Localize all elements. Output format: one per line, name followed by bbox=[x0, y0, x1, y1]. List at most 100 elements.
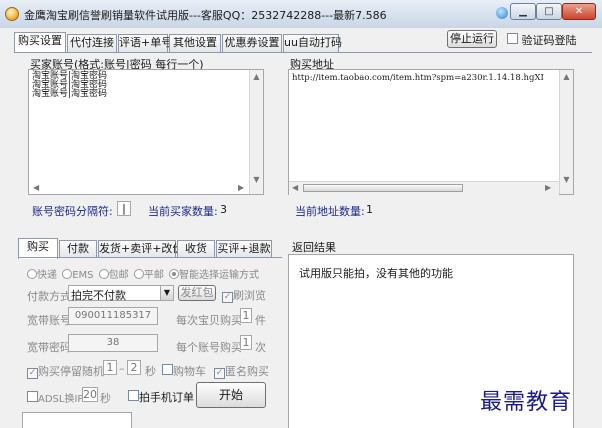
buyer-line: 淘宝账号|淘宝密码 bbox=[32, 89, 108, 99]
per-product-unit: 件 bbox=[255, 314, 266, 327]
captcha-login-checkbox[interactable]: 验证码登陆 bbox=[507, 32, 577, 48]
chevron-down-icon[interactable]: ▼ bbox=[160, 286, 173, 300]
per-account-unit: 次 bbox=[255, 341, 266, 354]
tab-divider bbox=[14, 52, 592, 53]
tab-review-tracking[interactable]: 评语+单号 bbox=[118, 34, 172, 52]
buyer-lines: 淘宝账号|淘宝密码 淘宝账号|淘宝密码 淘宝账号|淘宝密码 bbox=[32, 72, 107, 99]
scroll-down-icon[interactable]: ▼ bbox=[250, 175, 263, 184]
captcha-checkbox-label: 验证码登陆 bbox=[521, 34, 577, 47]
separator-input[interactable]: | bbox=[117, 201, 131, 216]
tab-review-refund[interactable]: 买评+退款 bbox=[216, 240, 272, 258]
tab-proxy-pay[interactable]: 代付连接 bbox=[67, 34, 117, 52]
minimize-button[interactable]: ▁ bbox=[510, 3, 536, 20]
radio-ems[interactable] bbox=[62, 269, 73, 279]
red-packet-button[interactable]: 发红包 bbox=[178, 285, 216, 301]
random-wait-unit: 秒 bbox=[145, 365, 156, 378]
stop-button[interactable]: 停止运行 bbox=[447, 30, 497, 48]
scroll-left-icon[interactable]: ◀ bbox=[292, 183, 298, 192]
cart-checkbox-label: 购物车 bbox=[173, 365, 206, 378]
scroll-up-icon[interactable]: ▲ bbox=[250, 72, 263, 81]
tab-purchase-settings[interactable]: 购买设置 bbox=[14, 32, 66, 53]
radio-express[interactable] bbox=[27, 269, 37, 279]
tab-other-settings[interactable]: 其他设置 bbox=[169, 34, 221, 52]
maximize-button[interactable]: □ bbox=[536, 3, 562, 20]
broadband-password-label: 宽带密码 bbox=[27, 341, 71, 354]
separator-label: 账号密码分隔符: bbox=[32, 205, 113, 218]
scroll-thumb[interactable] bbox=[303, 184, 463, 192]
window-title: 金鹰淘宝刷信誉刷销量软件试用版---客服QQ：2532742288---最新7.… bbox=[24, 9, 387, 22]
result-text: 试用版只能拍，没有其他的功能 bbox=[299, 267, 453, 280]
app-icon bbox=[5, 7, 19, 21]
adsl-checkbox-box[interactable] bbox=[27, 391, 38, 402]
start-button[interactable]: 开始 bbox=[196, 382, 266, 408]
captcha-checkbox-box[interactable] bbox=[507, 33, 518, 44]
scroll-left-icon[interactable]: ◀ bbox=[33, 183, 39, 192]
per-account-input[interactable]: 1 bbox=[240, 335, 252, 350]
radio-express-label: 快递 bbox=[37, 270, 57, 281]
per-account-label: 每个账号购买 bbox=[176, 341, 242, 354]
anonymous-checkbox-label: 匿名购买 bbox=[225, 365, 269, 378]
title-bar: 金鹰淘宝刷信誉刷销量软件试用版---客服QQ：2532742288---最新7.… bbox=[0, 0, 602, 28]
watermark-text: 最需教育 bbox=[480, 390, 573, 415]
url-textarea[interactable]: http://item.taobao.com/item.htm?spm=a230… bbox=[288, 69, 574, 195]
scroll-down-icon[interactable]: ▼ bbox=[560, 175, 573, 184]
tab-uu-captcha[interactable]: uu自动打码 bbox=[283, 34, 342, 52]
url-count-value: 1 bbox=[366, 203, 373, 216]
buyer-scrollbar[interactable]: ▲ ▼ bbox=[249, 70, 263, 194]
result-label: 返回结果 bbox=[292, 241, 336, 254]
payment-method-label: 付款方式 bbox=[27, 290, 71, 303]
mobile-order-label: 拍手机订单 bbox=[139, 391, 194, 404]
scroll-right-icon[interactable]: ▶ bbox=[545, 183, 551, 192]
broadband-account-input[interactable]: 090011185317 bbox=[68, 307, 158, 325]
radio-surface-mail-label: 平邮 bbox=[143, 270, 164, 281]
url-vscrollbar[interactable]: ▲ ▼ bbox=[559, 70, 573, 194]
per-product-input[interactable]: 1 bbox=[240, 308, 252, 323]
log-box bbox=[22, 412, 132, 428]
adsl-checkbox-label: ADSL换IP bbox=[38, 394, 84, 405]
tab-receive[interactable]: 收货 bbox=[177, 240, 215, 258]
url-hscrollbar[interactable]: ◀ ▶ bbox=[289, 181, 559, 195]
close-button[interactable]: ✕ bbox=[562, 3, 596, 20]
cart-checkbox[interactable]: 购物车 bbox=[162, 363, 206, 379]
radio-surface-mail[interactable] bbox=[133, 269, 144, 279]
tab-pay[interactable]: 付款 bbox=[59, 240, 97, 258]
radio-free-shipping-label: 包邮 bbox=[108, 270, 129, 281]
url-text: http://item.taobao.com/item.htm?spm=a230… bbox=[292, 73, 544, 83]
random-wait-from-input[interactable]: 1 bbox=[103, 360, 117, 375]
adsl-checkbox[interactable]: ADSL换IP bbox=[27, 390, 83, 405]
cart-checkbox-box[interactable] bbox=[162, 364, 173, 375]
adsl-seconds-input[interactable]: 20 bbox=[82, 387, 98, 402]
radio-ems-label: EMS bbox=[72, 270, 94, 281]
payment-method-select[interactable]: 拍完不付款 ▼ bbox=[68, 285, 174, 302]
browse-checkbox-label: 刷浏览 bbox=[233, 289, 266, 302]
radio-smart-shipping[interactable] bbox=[169, 269, 180, 279]
tab-buy[interactable]: 购买 bbox=[18, 238, 58, 259]
broadband-account-label: 宽带账号 bbox=[27, 314, 71, 327]
browse-checkbox[interactable]: 刷浏览 bbox=[222, 287, 266, 303]
radio-free-shipping[interactable] bbox=[98, 269, 109, 279]
shipping-options: 快递 EMS 包邮 平邮 智能选择运输方式 bbox=[27, 266, 259, 281]
payment-method-value: 拍完不付款 bbox=[71, 289, 126, 302]
buyer-count-value: 3 bbox=[220, 203, 227, 216]
per-product-label: 每次宝贝购买 bbox=[176, 314, 242, 327]
radio-smart-shipping-label: 智能选择运输方式 bbox=[179, 270, 260, 281]
broadband-password-input[interactable]: 38 bbox=[68, 334, 158, 352]
random-wait-to-input[interactable]: 2 bbox=[127, 360, 141, 375]
random-wait-label: 购买停留随机 bbox=[38, 365, 104, 378]
buyer-count-label: 当前买家数量: bbox=[148, 205, 218, 218]
url-count-label: 当前地址数量: bbox=[295, 205, 365, 218]
buyer-accounts-textarea[interactable]: 淘宝账号|淘宝密码 淘宝账号|淘宝密码 淘宝账号|淘宝密码 ▲ ▼ ◀ ▶ bbox=[28, 69, 264, 195]
anonymous-checkbox-box[interactable] bbox=[214, 368, 225, 379]
browse-checkbox-box[interactable] bbox=[222, 292, 233, 303]
helper-icon[interactable] bbox=[496, 7, 508, 19]
mobile-order-checkbox-box[interactable] bbox=[128, 390, 139, 401]
scroll-up-icon[interactable]: ▲ bbox=[560, 72, 573, 81]
anonymous-checkbox[interactable]: 匿名购买 bbox=[214, 363, 269, 379]
adsl-unit: 秒 bbox=[100, 392, 111, 405]
range-dash: – bbox=[119, 362, 125, 375]
mobile-order-checkbox[interactable]: 拍手机订单 bbox=[128, 389, 194, 405]
tab-coupon-settings[interactable]: 优惠券设置 bbox=[222, 34, 282, 52]
random-wait-checkbox[interactable] bbox=[27, 368, 38, 379]
scroll-right-icon[interactable]: ▶ bbox=[238, 183, 244, 192]
tab-ship-review[interactable]: 发货+卖评+改价 bbox=[98, 240, 183, 258]
